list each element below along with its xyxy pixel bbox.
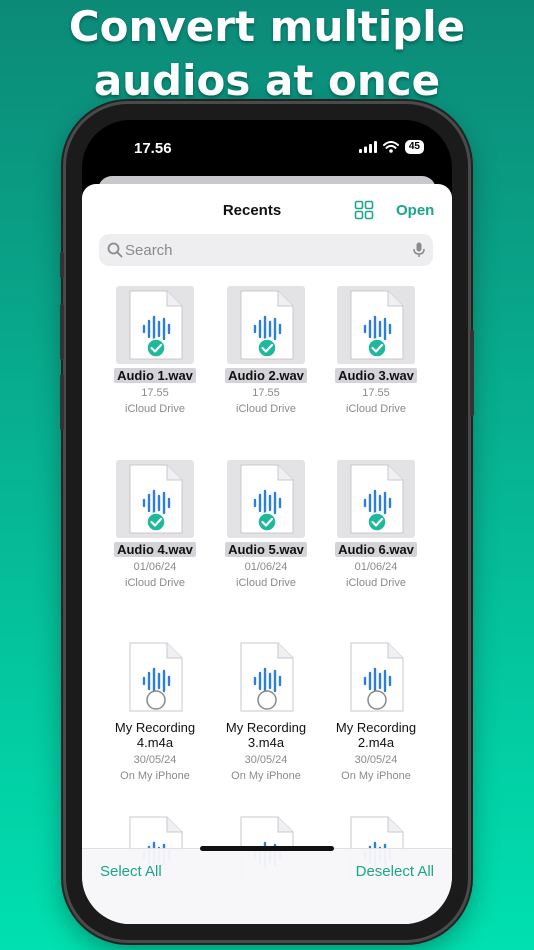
status-time: 17.56 bbox=[134, 140, 172, 157]
file-thumbnail bbox=[337, 638, 415, 716]
file-name: My Recording 2.m4a bbox=[333, 720, 419, 750]
file-thumbnail bbox=[116, 638, 194, 716]
audio-file-icon bbox=[129, 642, 183, 712]
grid-view-icon[interactable] bbox=[354, 200, 374, 220]
file-item[interactable]: Audio 2.wav 17.55 iCloud Drive bbox=[211, 286, 321, 417]
audio-file-icon bbox=[240, 464, 294, 534]
file-picker-sheet: Recents Open Search Audio 1.wav 17.55 iC… bbox=[82, 184, 452, 924]
file-item[interactable]: Audio 1.wav 17.55 iCloud Drive bbox=[100, 286, 210, 417]
headline-line-2: audios at once bbox=[93, 56, 441, 105]
file-name-line-2: 4.m4a bbox=[136, 735, 174, 750]
open-button[interactable]: Open bbox=[396, 202, 434, 219]
file-item[interactable]: My Recording 4.m4a 30/05/24 On My iPhone bbox=[100, 638, 210, 784]
file-thumbnail bbox=[116, 460, 194, 538]
file-item[interactable]: Audio 5.wav 01/06/24 iCloud Drive bbox=[211, 460, 321, 591]
file-location: iCloud Drive bbox=[346, 403, 406, 415]
audio-file-icon bbox=[129, 464, 183, 534]
file-location: iCloud Drive bbox=[236, 403, 296, 415]
audio-file-icon bbox=[129, 290, 183, 360]
wifi-icon bbox=[382, 141, 399, 153]
file-name: My Recording 4.m4a bbox=[112, 720, 198, 750]
audio-file-icon bbox=[350, 290, 404, 360]
search-bar bbox=[99, 234, 433, 266]
file-date: 01/06/24 bbox=[133, 561, 177, 573]
dynamic-island bbox=[208, 132, 324, 166]
file-name: Audio 3.wav bbox=[335, 368, 417, 383]
bottom-toolbar: Select All Deselect All bbox=[82, 848, 452, 924]
microphone-icon[interactable] bbox=[413, 242, 425, 258]
audio-file-icon bbox=[350, 464, 404, 534]
file-item[interactable]: My Recording 3.m4a 30/05/24 On My iPhone bbox=[211, 638, 321, 784]
search-icon bbox=[107, 242, 123, 258]
file-name-line-1: My Recording bbox=[225, 720, 307, 735]
status-icons: 45 bbox=[358, 140, 424, 154]
audio-file-icon bbox=[350, 642, 404, 712]
file-date: 17.55 bbox=[141, 387, 169, 399]
file-location: On My iPhone bbox=[120, 770, 190, 782]
deselect-all-button[interactable]: Deselect All bbox=[356, 863, 434, 880]
file-item[interactable]: Audio 4.wav 01/06/24 iCloud Drive bbox=[100, 460, 210, 591]
file-thumbnail bbox=[227, 286, 305, 364]
file-name-line-2: 3.m4a bbox=[247, 735, 285, 750]
file-name: Audio 1.wav bbox=[114, 368, 196, 383]
file-date: 01/06/24 bbox=[244, 561, 288, 573]
file-date: 30/05/24 bbox=[133, 754, 177, 766]
file-thumbnail bbox=[227, 638, 305, 716]
volume-down-button bbox=[60, 374, 64, 430]
file-name-line-2: 2.m4a bbox=[357, 735, 395, 750]
file-location: On My iPhone bbox=[231, 770, 301, 782]
headline-line-1: Convert multiple bbox=[68, 2, 466, 51]
file-name: Audio 2.wav bbox=[225, 368, 307, 383]
file-item[interactable]: Audio 3.wav 17.55 iCloud Drive bbox=[321, 286, 431, 417]
audio-file-icon bbox=[240, 290, 294, 360]
file-name: Audio 4.wav bbox=[114, 542, 196, 557]
home-indicator[interactable] bbox=[200, 846, 334, 851]
phone-frame: 17.56 45 Recents Open Search Audio 1.wav… bbox=[60, 104, 474, 940]
file-thumbnail bbox=[116, 286, 194, 364]
file-date: 01/06/24 bbox=[354, 561, 398, 573]
mute-switch bbox=[60, 252, 64, 278]
file-name-line-1: My Recording bbox=[114, 720, 196, 735]
file-location: iCloud Drive bbox=[125, 403, 185, 415]
file-name: Audio 6.wav bbox=[335, 542, 417, 557]
audio-file-icon bbox=[240, 642, 294, 712]
battery-icon: 45 bbox=[404, 140, 424, 154]
file-thumbnail bbox=[337, 286, 415, 364]
volume-up-button bbox=[60, 304, 64, 360]
file-name-line-1: My Recording bbox=[335, 720, 417, 735]
headline: Convert multiple audios at once bbox=[0, 0, 534, 108]
file-thumbnail bbox=[227, 460, 305, 538]
file-name: Audio 5.wav bbox=[225, 542, 307, 557]
file-location: iCloud Drive bbox=[236, 577, 296, 589]
file-location: On My iPhone bbox=[341, 770, 411, 782]
file-name: My Recording 3.m4a bbox=[223, 720, 309, 750]
file-location: iCloud Drive bbox=[346, 577, 406, 589]
cellular-signal-icon bbox=[358, 141, 377, 153]
file-thumbnail bbox=[337, 460, 415, 538]
file-item[interactable]: My Recording 2.m4a 30/05/24 On My iPhone bbox=[321, 638, 431, 784]
file-date: 17.55 bbox=[252, 387, 280, 399]
file-date: 30/05/24 bbox=[354, 754, 398, 766]
phone-screen: 17.56 45 Recents Open Search Audio 1.wav… bbox=[82, 120, 452, 924]
power-button bbox=[470, 330, 474, 416]
select-all-button[interactable]: Select All bbox=[100, 863, 162, 880]
file-date: 30/05/24 bbox=[244, 754, 288, 766]
file-location: iCloud Drive bbox=[125, 577, 185, 589]
file-item[interactable]: Audio 6.wav 01/06/24 iCloud Drive bbox=[321, 460, 431, 591]
file-date: 17.55 bbox=[362, 387, 390, 399]
search-input[interactable] bbox=[125, 234, 395, 266]
